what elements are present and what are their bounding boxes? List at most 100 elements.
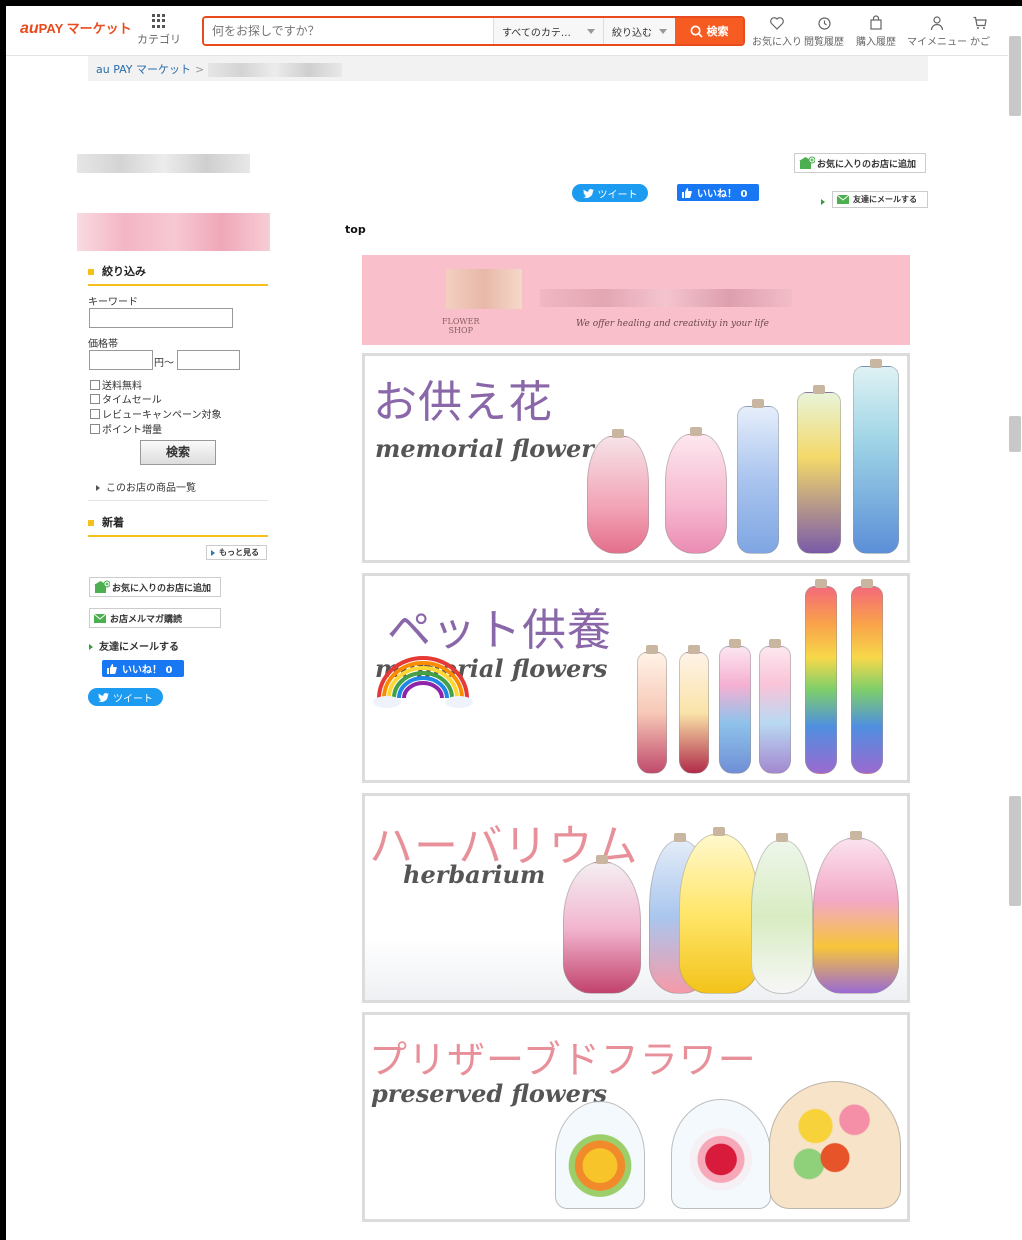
scrollbar-thumb[interactable] (1009, 36, 1021, 116)
sidebar-mail-friend-link[interactable]: 友達にメールする (89, 638, 179, 653)
sidebar-search-button[interactable]: 検索 (140, 440, 216, 465)
scrollbar[interactable] (1008, 6, 1022, 1240)
nav-cart[interactable]: かご (970, 15, 990, 48)
shop-logo-banner[interactable] (77, 213, 270, 251)
banner-memorial-flowers[interactable]: お供え花 memorial flowers (362, 353, 910, 563)
nav-favorites[interactable]: お気に入り (752, 15, 802, 48)
thumbs-up-icon (682, 187, 692, 198)
banner-title-jp: お供え花 (373, 377, 553, 428)
checkbox-free-shipping[interactable]: 送料無料 (90, 377, 142, 392)
bottle-image (563, 855, 641, 994)
price-min-input[interactable] (89, 350, 153, 370)
keyword-input[interactable] (89, 308, 233, 328)
price-max-input[interactable] (177, 350, 240, 370)
bottle-image (851, 579, 883, 774)
mail-icon (837, 195, 849, 204)
banner-pet-memorial[interactable]: ペット供養 memorial flowers (362, 573, 910, 783)
au-pay-market-logo[interactable]: auPAY マーケット (20, 18, 132, 38)
bottle-image (737, 399, 779, 554)
flower-dome-image (555, 1101, 645, 1209)
bottle-image (637, 645, 667, 774)
all-items-link[interactable]: このお店の商品一覧 (96, 479, 196, 494)
bottle-image (665, 427, 727, 554)
search-button[interactable]: 検索 (675, 18, 743, 44)
checkbox-label: 送料無料 (102, 381, 142, 392)
sidebar-favorite-shop-button[interactable]: お気に入りのお店に追加 (89, 577, 221, 597)
breadcrumb-home[interactable]: au PAY マーケット (96, 63, 191, 76)
heart-icon (770, 17, 784, 30)
shop-plus-icon (799, 156, 815, 169)
filter-title-text: 絞り込み (102, 265, 146, 278)
banner-title-jp: ペット供養 (387, 605, 612, 656)
logo-au: au (20, 20, 39, 37)
sidebar-mail-friend-label: 友達にメールする (99, 642, 179, 653)
bottle-image (797, 385, 841, 554)
twitter-bird-icon (582, 188, 594, 198)
mail-friend-label: 友達にメールする (853, 195, 917, 204)
bottle-image (759, 639, 791, 774)
all-items-label: このお店の商品一覧 (106, 483, 196, 494)
banner-title-en: preserved flowers (371, 1079, 608, 1108)
banner-herbarium[interactable]: ハーバリウム herbarium (362, 793, 910, 1003)
checkbox-label: レビューキャンペーン対象 (102, 410, 222, 421)
checkbox-time-sale[interactable]: タイムセール (90, 391, 162, 406)
bottle-image (813, 831, 899, 994)
search-button-label: 検索 (706, 25, 729, 38)
sidebar-tweet-button[interactable]: ツイート (88, 688, 163, 706)
nav-purchases[interactable]: 購入履歴 (856, 15, 896, 48)
bottle-image (679, 827, 759, 994)
category-select[interactable]: すべてのカテ… (493, 18, 603, 44)
nav-history[interactable]: 閲覧履歴 (804, 15, 844, 48)
grid-icon (152, 14, 166, 28)
favorite-shop-label: お気に入りのお店に追加 (817, 159, 917, 170)
sidebar-like-label: いいね！ 0 (122, 665, 173, 676)
shop-header-banner: FLOWER SHOP We offer healing and creativi… (362, 255, 910, 345)
shop-tagline: We offer healing and creativity in your … (576, 319, 769, 329)
mailmag-button[interactable]: お店メルマガ購読 (89, 608, 221, 628)
nav-label: かご (970, 37, 990, 48)
cart-icon (973, 16, 987, 29)
category-button[interactable]: カテゴリ (136, 14, 182, 47)
refine-select[interactable]: 絞り込む (603, 18, 675, 44)
new-title-text: 新着 (102, 516, 124, 529)
checkbox-point-up[interactable]: ポイント増量 (90, 421, 162, 436)
logo-text: PAY マーケット (38, 21, 132, 36)
history-icon (818, 17, 831, 30)
nav-label: マイメニュー (907, 37, 967, 48)
flower-arrangement-image (769, 1081, 901, 1209)
like-button[interactable]: いいね！ 0 (677, 184, 759, 201)
search-input[interactable] (204, 18, 493, 44)
rainbow-icon (373, 656, 473, 708)
page: auPAY マーケット カテゴリ すべてのカテ… 絞り込む 検索 お気に入り 閲… (6, 6, 1008, 1240)
price-label: 価格帯 (88, 339, 118, 350)
like-label: いいね！ 0 (697, 189, 748, 200)
divider (88, 500, 268, 501)
scrollbar-thumb[interactable] (1009, 796, 1021, 906)
sidebar-tweet-label: ツイート (113, 693, 153, 705)
favorite-shop-button[interactable]: お気に入りのお店に追加 (794, 153, 926, 173)
category-select-label: すべてのカテ… (502, 27, 571, 39)
refine-select-label: 絞り込む (612, 27, 652, 39)
scrollbar-thumb[interactable] (1009, 416, 1021, 452)
thumbs-up-icon (107, 663, 117, 674)
banner-title-en: memorial flowers (375, 434, 608, 463)
banner-preserved-flowers[interactable]: プリザーブドフラワー preserved flowers (362, 1012, 910, 1222)
bottle-image (719, 639, 751, 774)
search-icon (690, 25, 703, 38)
bottle-image (587, 429, 649, 554)
tweet-button[interactable]: ツイート (572, 184, 648, 202)
site-header: auPAY マーケット カテゴリ すべてのカテ… 絞り込む 検索 お気に入り 閲… (6, 6, 1008, 56)
nav-mymenu[interactable]: マイメニュー (907, 15, 967, 48)
mail-friend-button[interactable]: 友達にメールする (832, 191, 928, 208)
flower-dome-image (671, 1099, 771, 1209)
filter-section-title: 絞り込み (88, 263, 268, 286)
bullet-icon (821, 197, 831, 208)
more-button[interactable]: もっと見る (206, 545, 267, 560)
blurred-shop-title (77, 154, 250, 173)
sidebar-like-button[interactable]: いいね！ 0 (102, 660, 184, 677)
blurred-shop-name (208, 63, 343, 77)
flower-shop-seal: FLOWER SHOP (442, 317, 480, 335)
banner-title-jp: プリザーブドフラワー (369, 1038, 757, 1082)
nav-label: 閲覧履歴 (804, 37, 844, 48)
checkbox-review-campaign[interactable]: レビューキャンペーン対象 (90, 406, 222, 421)
